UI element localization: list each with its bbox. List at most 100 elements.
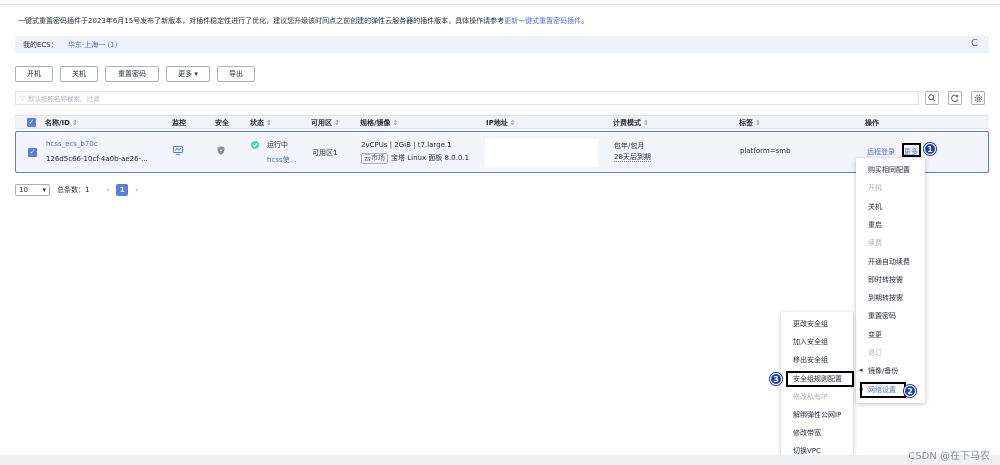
table-row[interactable]: ✓ hcss_ecs_b70c 126d5c66-10cf-4a0b-ae26-… [15, 131, 989, 173]
sort-icon[interactable]: ⇕ [266, 119, 272, 127]
stop-button[interactable]: 关机 [60, 66, 98, 82]
refresh-icon[interactable]: C [971, 38, 978, 49]
network-menu-item[interactable]: 加入安全组 [793, 337, 828, 347]
row-checkbox[interactable]: ✓ [28, 148, 37, 157]
instance-id: 126d5c66-10cf-4a0b-ae26-... [46, 155, 148, 163]
more-menu-item: 退订 [868, 349, 882, 357]
reset-password-button[interactable]: 重置密码 [105, 66, 159, 82]
shield-icon[interactable] [217, 146, 225, 157]
col-spec: 规格/镜像 ⇕ [360, 118, 398, 128]
ecs-label: 我的ECS： [23, 40, 58, 49]
toolbar: 开机 关机 重置密码 更多 ▾ 导出 [15, 66, 255, 82]
more-menu-item[interactable]: 重启 [868, 220, 882, 230]
more-menu-item: 续费 [868, 239, 882, 248]
col-name-label: 名称/ID [45, 119, 70, 127]
sort-icon[interactable]: ⇕ [393, 119, 399, 127]
settings-gear-icon[interactable] [971, 91, 985, 105]
more-dropdown-menu: 购买相同配置 开机关机重启续费开通自动续费 即时转按需到期转按需重置密码变更退订镜像… [856, 158, 925, 403]
step-badge-3: 3 [770, 373, 782, 385]
remote-login-link[interactable]: 远程登录 [867, 147, 895, 157]
status-sub-link[interactable]: hcss使... [267, 155, 296, 165]
tag-value: platform=smb [740, 147, 791, 155]
image-name: 宝塔 Linux 面板 8.0.0.1 [391, 154, 470, 162]
col-spec-label: 规格/镜像 [360, 119, 391, 127]
more-menu-item[interactable]: 即时转按需 [868, 275, 903, 285]
more-menu-item[interactable]: 重置密码 [868, 311, 896, 321]
more-menu-item[interactable]: 变更 [868, 330, 882, 340]
network-menu-item: 修改私有IP [793, 392, 828, 401]
monitor-icon[interactable] [173, 146, 183, 157]
step-badge-1: 1 [924, 143, 936, 155]
region-selector[interactable]: 华东-上海一 (1) [68, 40, 118, 50]
next-page-icon[interactable]: › [135, 186, 138, 194]
select-all-checkbox[interactable]: ✓ [27, 118, 36, 127]
export-button[interactable]: 导出 [217, 66, 255, 82]
search-input[interactable]: ▽ 默认按照名称搜索、过滤 [15, 91, 919, 105]
ecs-region-bar: 我的ECS： 华东-上海一 (1) C [15, 36, 989, 53]
col-status-label: 状态 [250, 119, 264, 127]
refresh-list-icon[interactable] [948, 91, 962, 105]
highlight-box-sg-rules [786, 371, 854, 387]
network-menu-item[interactable]: 解绑弹性公网IP [793, 410, 841, 420]
ip-cell [485, 139, 598, 167]
col-ip: IP地址 ⇕ [486, 118, 516, 128]
search-icon[interactable] [925, 91, 939, 105]
page-size-value: 10 [19, 186, 28, 194]
filter-icon: ▽ [20, 94, 25, 102]
watermark: CSDN @在下马农 [908, 451, 990, 462]
network-settings-submenu: 更改安全组 加入安全组 移出安全组 安全组规则配置 修改私有IP 解绑弹性公网IP 修改带宽… [781, 312, 853, 465]
footer-bar [0, 455, 1000, 465]
sort-icon[interactable]: ⇕ [334, 119, 340, 127]
notice-link[interactable]: 更新一键式重置密码插件 [504, 17, 581, 25]
marketplace-tag: 云市场 [361, 153, 388, 164]
col-az: 可用区 ⇕ [311, 118, 340, 128]
image-value: 云市场 宝塔 Linux 面板 8.0.0.1 [361, 153, 469, 164]
notice-banner: 一键式重置密码插件于2023年6月15号发布了新版本，对插件稳定性进行了优化，建… [18, 16, 588, 26]
sort-icon[interactable]: ⇕ [510, 119, 516, 127]
col-ip-label: IP地址 [486, 119, 508, 127]
status-ok-icon [251, 141, 259, 151]
col-billing: 计费模式 ⇕ [613, 118, 649, 128]
sort-icon[interactable]: ⇕ [72, 119, 78, 127]
sort-icon[interactable]: ⇕ [643, 119, 649, 127]
col-billing-label: 计费模式 [613, 119, 641, 127]
highlight-box-more [902, 143, 921, 157]
status-text: 运行中 [267, 141, 288, 149]
col-status: 状态 ⇕ [250, 118, 272, 128]
prev-page-icon[interactable]: ‹ [106, 186, 109, 194]
col-security: 安全 [215, 119, 229, 127]
table-header: ✓ 名称/ID ⇕ 监控 安全 状态 ⇕ 可用区 ⇕ 规格/镜像 ⇕ IP地址 ⇕ 计费模… [15, 115, 989, 129]
expiry-text[interactable]: 28天后到期 [614, 153, 651, 162]
total-count: 总条数：1 [57, 186, 90, 194]
network-menu-item[interactable]: 更改安全组 [793, 319, 828, 329]
notice-end: 。 [581, 17, 589, 25]
col-name: 名称/ID ⇕ [45, 118, 78, 128]
caret-down-icon: ▾ [42, 186, 46, 194]
search-placeholder: 默认按照名称搜索、过滤 [28, 95, 100, 103]
more-menu-item[interactable]: 关机 [868, 202, 882, 212]
more-menu-item[interactable]: 镜像/备份 ◂ [859, 366, 898, 376]
more-menu-item[interactable]: 开通自动续费 [868, 257, 910, 267]
more-button[interactable]: 更多 ▾ [166, 66, 210, 82]
submenu-arrow-icon: ◂ [859, 366, 863, 375]
instance-name-link[interactable]: hcss_ecs_b70c [46, 140, 98, 148]
az-value: 可用区1 [312, 149, 338, 157]
page-size-select[interactable]: 10 ▾ [15, 184, 50, 196]
more-menu-item[interactable]: 购买相同配置 [868, 165, 910, 175]
col-tag-label: 标签 [739, 119, 753, 127]
top-divider [0, 4, 1000, 5]
more-menu-item[interactable]: 到期转按需 [868, 293, 903, 303]
spec-value: 2vCPUs | 2GiB | t7.large.1 [361, 141, 452, 149]
network-menu-item[interactable]: 修改带宽 [793, 428, 821, 438]
sort-icon[interactable]: ⇕ [755, 119, 761, 127]
notice-text: 一键式重置密码插件于2023年6月15号发布了新版本，对插件稳定性进行了优化，建… [18, 17, 505, 25]
highlight-box-network [860, 382, 906, 398]
more-menu-item: 开机 [868, 184, 882, 193]
pagination: 10 ▾ 总条数：1 ‹ 1 › [15, 184, 138, 196]
col-monitor: 监控 [172, 119, 186, 127]
billing-mode: 包年/包月 [614, 142, 645, 150]
col-az-label: 可用区 [311, 119, 332, 127]
network-menu-item[interactable]: 移出安全组 [793, 355, 828, 365]
start-button[interactable]: 开机 [15, 66, 53, 82]
page-number[interactable]: 1 [116, 184, 129, 196]
